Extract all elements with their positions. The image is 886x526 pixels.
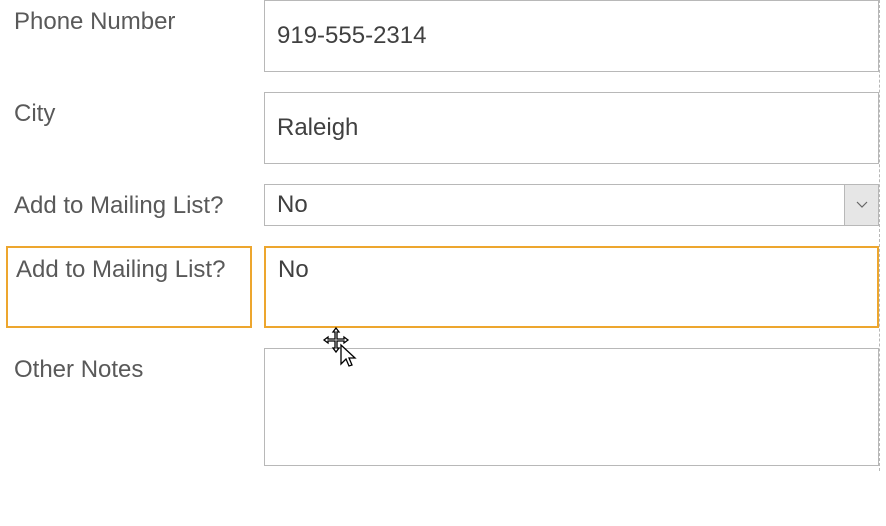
city-field[interactable] bbox=[264, 92, 879, 164]
other-notes-field[interactable] bbox=[264, 348, 879, 466]
phone-number-field[interactable] bbox=[264, 0, 879, 72]
mailing-list-dropdown[interactable]: No bbox=[264, 184, 879, 226]
row-city: City bbox=[6, 92, 879, 164]
city-label: City bbox=[6, 92, 252, 136]
dropdown-caret-icon bbox=[844, 185, 878, 225]
row-other-notes: Other Notes bbox=[6, 348, 879, 471]
mailing-list-duplicate-field[interactable]: No bbox=[264, 246, 879, 328]
phone-number-label: Phone Number bbox=[6, 0, 252, 44]
mailing-list-label-2: Add to Mailing List? bbox=[6, 246, 252, 328]
mailing-list-selected-value: No bbox=[265, 191, 844, 219]
mailing-list-label-1: Add to Mailing List? bbox=[6, 184, 252, 228]
row-mailing-list-select: Add to Mailing List? No bbox=[6, 184, 879, 228]
row-mailing-list-duplicate-highlighted[interactable]: Add to Mailing List? No bbox=[6, 246, 879, 328]
other-notes-label: Other Notes bbox=[6, 348, 252, 392]
customer-form: Phone Number City Add to Mailing List? N… bbox=[6, 0, 880, 471]
row-phone-number: Phone Number bbox=[6, 0, 879, 72]
